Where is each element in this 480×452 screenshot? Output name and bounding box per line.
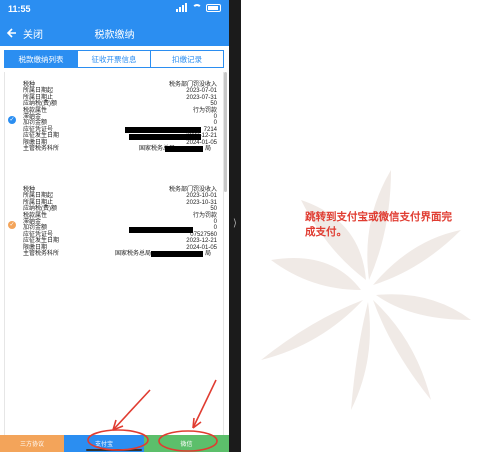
tax-record-card[interactable]: 税种 税务部门罚没收入 所属日期起 2023-07-01 所属日期止 2023-07-… bbox=[5, 82, 223, 152]
tax-record-card[interactable]: 税种 税务部门罚没收入 所属日期起 2023-10-01 所属日期止 2023-10-… bbox=[5, 187, 223, 257]
field-label: 主管税务科所 bbox=[23, 250, 60, 257]
selected-check-icon[interactable]: ✓ bbox=[8, 116, 16, 124]
wechat-pay-button[interactable]: 微信 bbox=[144, 435, 229, 452]
redaction-block bbox=[129, 226, 193, 233]
list-scrollbar[interactable] bbox=[224, 72, 227, 192]
status-time: 11:55 bbox=[8, 4, 31, 14]
status-bar: 11:55 bbox=[0, 0, 229, 20]
field-label: 主管税务科所 bbox=[23, 145, 60, 152]
field-value-suffix: 局 bbox=[205, 145, 212, 152]
tab-bar: 税款缴纳列表 征收开票信息 扣缴记录 bbox=[4, 50, 224, 68]
tab-withholding-records[interactable]: 扣缴记录 bbox=[151, 50, 224, 68]
instruction-text: 跳转到支付宝或微信支付界面完成支付。 bbox=[305, 211, 452, 238]
third-party-agreement-button[interactable]: 三方协议 bbox=[0, 435, 64, 452]
tab-tax-payment-list[interactable]: 税款缴纳列表 bbox=[4, 50, 78, 68]
wifi-icon bbox=[192, 3, 202, 12]
redaction-block bbox=[151, 250, 203, 257]
divider-glyph: ⟩ bbox=[233, 218, 237, 229]
nav-bar: 关闭 税款缴纳 bbox=[0, 20, 229, 46]
signal-icon bbox=[176, 3, 188, 12]
home-indicator bbox=[86, 449, 142, 451]
redaction-block bbox=[165, 145, 203, 152]
field-value: 国家税务总局 bbox=[114, 250, 151, 257]
screenshot-stage: 11:55 关闭 税款缴纳 税款缴纳列表 征收开票信息 扣缴记录 税种 税务部门… bbox=[0, 0, 480, 452]
battery-icon bbox=[206, 3, 221, 12]
field-value-suffix: 局 bbox=[205, 250, 212, 257]
record-row: 主管税务科所 国家税务总局 局 bbox=[5, 250, 223, 257]
redaction-block bbox=[125, 126, 201, 133]
tab-invoice-info[interactable]: 征收开票信息 bbox=[78, 50, 151, 68]
tax-record-list: 税种 税务部门罚没收入 所属日期起 2023-07-01 所属日期止 2023-07-… bbox=[4, 72, 224, 435]
record-row: 主管税务科所 国家税务总局局 bbox=[5, 145, 223, 152]
page-title: 税款缴纳 bbox=[94, 30, 135, 41]
phone-screen: 11:55 关闭 税款缴纳 税款缴纳列表 征收开票信息 扣缴记录 税种 税务部门… bbox=[0, 0, 229, 452]
unselected-check-icon[interactable]: ✓ bbox=[8, 221, 16, 229]
status-icons bbox=[176, 3, 221, 12]
instruction-panel: 跳转到支付宝或微信支付界面完成支付。 bbox=[241, 0, 480, 452]
redaction-block bbox=[129, 133, 201, 140]
